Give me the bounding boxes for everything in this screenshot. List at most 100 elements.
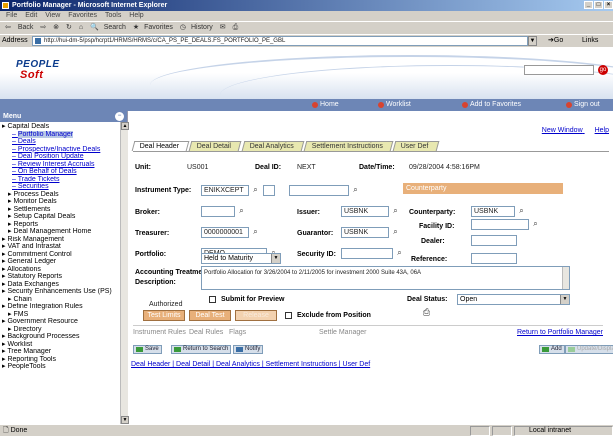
menu-item[interactable]: ▸ Directory bbox=[2, 326, 127, 334]
tab-settlement-instructions[interactable]: Settlement Instructions bbox=[303, 141, 394, 151]
reference-input[interactable] bbox=[471, 253, 517, 264]
menu-item[interactable]: ▸ Setup Capital Deals bbox=[2, 213, 127, 221]
search-input[interactable] bbox=[524, 65, 594, 75]
menu-item[interactable]: ▸ Define Integration Rules bbox=[2, 303, 127, 311]
menu-item[interactable]: ▸ Government Resource bbox=[2, 318, 127, 326]
new-window-link[interactable]: New Window bbox=[542, 127, 583, 134]
issuer-lookup-icon[interactable]: ⌕ bbox=[390, 206, 401, 217]
description-scrollbar[interactable] bbox=[562, 267, 569, 289]
favorites-button[interactable]: ★ Favorites bbox=[133, 24, 173, 31]
scroll-down-icon[interactable]: ▼ bbox=[121, 416, 129, 424]
instrument-rules-link[interactable]: Instrument Rules bbox=[133, 329, 186, 336]
broker-lookup-icon[interactable]: ⌕ bbox=[236, 206, 247, 217]
search-go-button[interactable]: go bbox=[598, 65, 608, 75]
menu-item[interactable]: ▸ Deal Management Home bbox=[2, 228, 127, 236]
menu-item[interactable]: ▸ Process Deals bbox=[2, 191, 127, 199]
menu-item[interactable]: ▸ Settlements bbox=[2, 206, 127, 214]
menu-item[interactable]: ▸ Allocations bbox=[2, 266, 127, 274]
instrument-type-input[interactable]: ENIKXCEPT bbox=[201, 185, 249, 196]
tab-user-def[interactable]: User Def bbox=[392, 141, 439, 151]
home-icon[interactable]: ⌂ bbox=[79, 24, 83, 31]
menu-item[interactable]: ▸ Risk Management bbox=[2, 236, 127, 244]
close-button[interactable]: × bbox=[604, 1, 613, 9]
menu-item[interactable]: ▸ Commitment Control bbox=[2, 251, 127, 259]
dealer-input[interactable] bbox=[471, 235, 517, 246]
menu-favorites[interactable]: Favorites bbox=[68, 12, 97, 19]
facility-lookup-icon[interactable]: ⌕ bbox=[530, 219, 541, 230]
broker-input[interactable] bbox=[201, 206, 235, 217]
tab-deal-header[interactable]: Deal Header bbox=[131, 141, 190, 151]
tab-deal-detail[interactable]: Deal Detail bbox=[188, 141, 242, 151]
nav-signout[interactable]: Sign out bbox=[566, 99, 600, 111]
menu-file[interactable]: File bbox=[6, 12, 17, 19]
menu-help[interactable]: Help bbox=[129, 12, 143, 19]
instrument-extra-input[interactable] bbox=[263, 185, 275, 196]
notify-button[interactable]: Notify bbox=[233, 345, 264, 354]
nav-add-favorites[interactable]: Add to Favorites bbox=[462, 99, 521, 111]
help-link[interactable]: Help bbox=[595, 127, 609, 134]
release-button[interactable]: Release bbox=[235, 310, 277, 321]
menu-item[interactable]: ▸ Statutory Reports bbox=[2, 273, 127, 281]
save-button[interactable]: Save bbox=[133, 345, 162, 354]
tab-deal-analytics[interactable]: Deal Analytics bbox=[241, 141, 304, 151]
description-textarea[interactable]: Portfolio Allocation for 3/26/2004 to 2/… bbox=[201, 266, 570, 290]
flags-link[interactable]: Flags bbox=[229, 329, 246, 336]
history-button[interactable]: ◷ History bbox=[180, 24, 213, 31]
settle-manager-link[interactable]: Settle Manager bbox=[319, 329, 366, 336]
update-display-button[interactable]: Update/Display bbox=[565, 345, 613, 354]
return-portfolio-link[interactable]: Return to Portfolio Manager bbox=[517, 329, 603, 336]
menu-item[interactable]: ▸ General Ledger bbox=[2, 258, 127, 266]
menu-item[interactable]: ▸ VAT and Intrastat bbox=[2, 243, 127, 251]
treasurer-lookup-icon[interactable]: ⌕ bbox=[250, 227, 261, 238]
menu-item[interactable]: – Prospective/Inactive Deals bbox=[2, 146, 127, 154]
address-input[interactable]: http://hui-dm-5/psp/hcrpt1/HRMS/HRMS/c/C… bbox=[32, 36, 528, 46]
menu-edit[interactable]: Edit bbox=[25, 12, 37, 19]
menu-item[interactable]: ▸ Reporting Tools bbox=[2, 356, 127, 364]
counterparty-lookup-icon[interactable]: ⌕ bbox=[516, 206, 527, 217]
menu-item[interactable]: ▸ Monitor Deals bbox=[2, 198, 127, 206]
back-button[interactable]: ⇦ Back bbox=[5, 24, 33, 31]
menu-item[interactable]: – Review Interest Accruals bbox=[2, 161, 127, 169]
menu-item[interactable]: – Securities bbox=[2, 183, 127, 191]
security-id-input[interactable] bbox=[341, 248, 393, 259]
instrument-lookup-icon[interactable]: ⌕ bbox=[250, 185, 261, 196]
scroll-up-icon[interactable]: ▲ bbox=[121, 122, 129, 130]
menu-item[interactable]: – On Behalf of Deals bbox=[2, 168, 127, 176]
stop-icon[interactable]: ⊗ bbox=[53, 24, 59, 31]
address-dropdown[interactable]: ▼ bbox=[528, 36, 537, 46]
menu-item[interactable]: ▸ Worklist bbox=[2, 341, 127, 349]
accounting-select[interactable]: Held to Maturity ▼ bbox=[201, 253, 281, 264]
security-lookup-icon[interactable]: ⌕ bbox=[394, 248, 405, 259]
add-button[interactable]: Add bbox=[539, 345, 565, 354]
maximize-button[interactable]: □ bbox=[594, 1, 603, 9]
submit-review-checkbox[interactable] bbox=[209, 296, 216, 303]
menu-item[interactable]: ▸ Background Processes bbox=[2, 333, 127, 341]
menu-scrollbar[interactable]: ▲ ▼ bbox=[120, 122, 129, 424]
menu-item[interactable]: – Trade Tickets bbox=[2, 176, 127, 184]
printer-icon[interactable]: ⎙ bbox=[421, 307, 432, 318]
mail-icon[interactable]: ✉ bbox=[220, 24, 226, 31]
menu-item[interactable]: ▸ FMS bbox=[2, 311, 127, 319]
facility-input[interactable] bbox=[471, 219, 529, 230]
menu-item[interactable]: ▸ Capital Deals bbox=[2, 123, 127, 131]
deal-rules-link[interactable]: Deal Rules bbox=[189, 329, 223, 336]
treasurer-input[interactable]: 0000000001 bbox=[201, 227, 249, 238]
collapse-icon[interactable]: − bbox=[115, 112, 124, 121]
instrument-desc-lookup-icon[interactable]: ⌕ bbox=[350, 185, 361, 196]
menu-item[interactable]: ▸ Tree Manager bbox=[2, 348, 127, 356]
issuer-input[interactable]: USBNK bbox=[341, 206, 389, 217]
links-button[interactable]: Links bbox=[582, 35, 598, 47]
minimize-button[interactable]: _ bbox=[584, 1, 593, 9]
nav-worklist[interactable]: Worklist bbox=[378, 99, 411, 111]
menu-view[interactable]: View bbox=[45, 12, 60, 19]
menu-item[interactable]: – Deal Position Update bbox=[2, 153, 127, 161]
instrument-desc-input[interactable] bbox=[289, 185, 349, 196]
footer-tab-links[interactable]: Deal Header | Deal Detail | Deal Analyti… bbox=[131, 361, 370, 368]
menu-item[interactable]: ▸ Chain bbox=[2, 296, 127, 304]
menu-item[interactable]: ▸ Reports bbox=[2, 221, 127, 229]
guarantor-lookup-icon[interactable]: ⌕ bbox=[390, 227, 401, 238]
test-limits-button[interactable]: Test Limits bbox=[143, 310, 185, 321]
go-button[interactable]: ➔Go bbox=[548, 35, 563, 47]
menu-item[interactable]: ▸ Data Exchanges bbox=[2, 281, 127, 289]
print-icon[interactable]: ⎙ bbox=[233, 24, 239, 31]
